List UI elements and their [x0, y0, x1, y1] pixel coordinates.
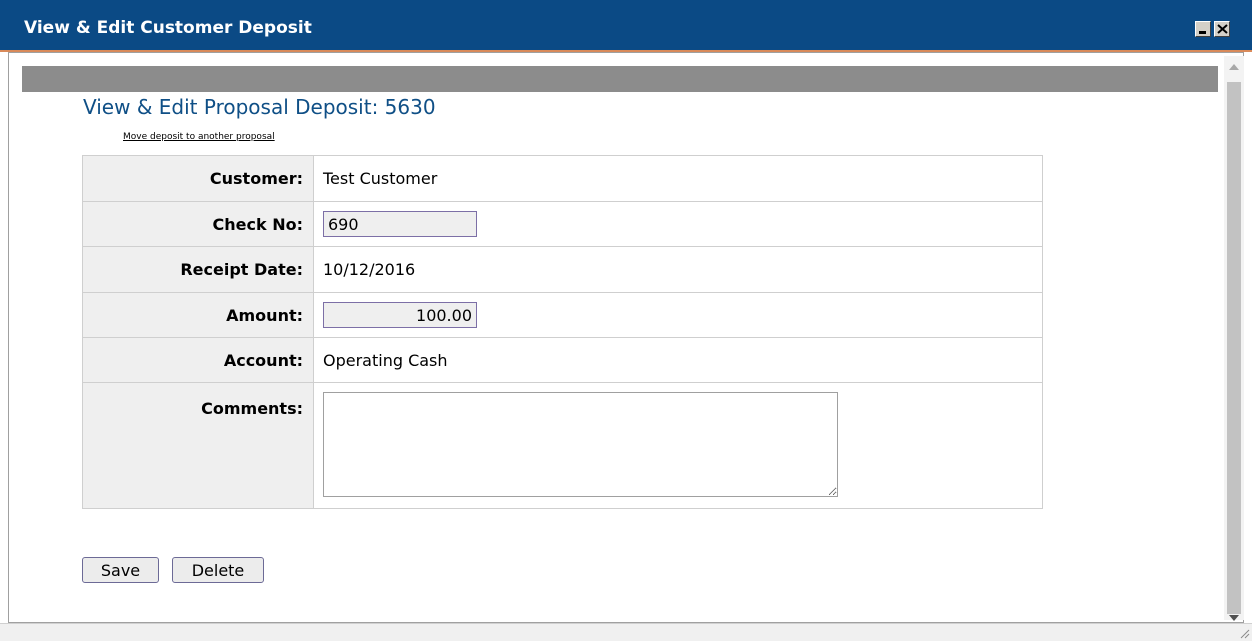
- account-value: Operating Cash: [313, 337, 1043, 383]
- resize-grip-icon[interactable]: [1238, 627, 1250, 639]
- delete-button[interactable]: Delete: [172, 557, 264, 583]
- deposit-form-table: Customer: Test Customer Check No: Receip…: [82, 155, 1043, 509]
- amount-label: Amount:: [82, 292, 314, 338]
- table-row: Account: Operating Cash: [82, 337, 1043, 383]
- move-deposit-link[interactable]: Move deposit to another proposal: [123, 132, 275, 142]
- save-button[interactable]: Save: [82, 557, 159, 583]
- amount-field[interactable]: [323, 302, 477, 328]
- customer-label: Customer:: [82, 155, 314, 202]
- header-bar: [22, 66, 1218, 92]
- receipt-date-label: Receipt Date:: [82, 246, 314, 293]
- check-no-label: Check No:: [82, 201, 314, 247]
- table-row: Receipt Date: 10/12/2016: [82, 246, 1043, 293]
- status-bar: [0, 623, 1252, 641]
- account-label: Account:: [82, 337, 314, 383]
- check-no-field[interactable]: [323, 211, 477, 237]
- page-title: View & Edit Proposal Deposit: 5630: [83, 95, 436, 119]
- window-title: View & Edit Customer Deposit: [24, 18, 312, 38]
- table-row: Check No:: [82, 201, 1043, 247]
- vertical-scrollbar[interactable]: [1224, 56, 1244, 621]
- scrollbar-thumb[interactable]: [1227, 82, 1241, 614]
- window-titlebar: View & Edit Customer Deposit: [0, 0, 1252, 52]
- table-row: Amount:: [82, 292, 1043, 338]
- customer-value: Test Customer: [313, 155, 1043, 202]
- receipt-date-value: 10/12/2016: [313, 246, 1043, 293]
- minimize-icon[interactable]: [1195, 21, 1211, 37]
- close-icon[interactable]: [1214, 21, 1230, 37]
- table-row: Customer: Test Customer: [82, 155, 1043, 202]
- comments-label: Comments:: [82, 382, 314, 509]
- chevron-up-icon[interactable]: [1229, 64, 1239, 70]
- table-row: Comments:: [82, 382, 1043, 509]
- comments-field[interactable]: [323, 392, 838, 497]
- chevron-down-icon[interactable]: [1229, 615, 1239, 621]
